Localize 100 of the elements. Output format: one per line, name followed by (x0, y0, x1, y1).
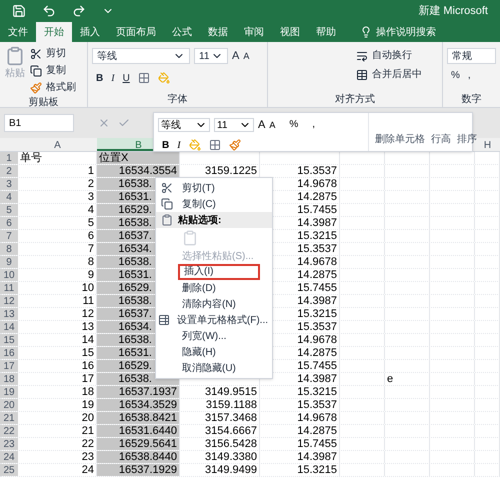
menu-item[interactable]: 列宽(W)... (178, 328, 230, 344)
wrap-text-button[interactable]: 自动换行 (356, 48, 434, 63)
row-number[interactable]: 5 (0, 204, 18, 216)
clipboard-icon (5, 46, 25, 66)
name-box[interactable]: B1 (4, 114, 74, 132)
row-number[interactable]: 6 (0, 217, 18, 229)
ribbon-tab[interactable]: 公式 (164, 22, 200, 42)
brush-icon[interactable] (228, 139, 241, 151)
row-number[interactable]: 2 (0, 165, 18, 177)
table-cell: 16529. (118, 204, 152, 216)
ribbon-tab[interactable]: 帮助 (308, 22, 344, 42)
ribbon-tab[interactable]: 数据 (200, 22, 236, 42)
table-cell: 15.3537 (297, 321, 337, 333)
borders-icon[interactable] (138, 72, 150, 84)
table-cell: 14.2875 (297, 269, 337, 281)
copy-button[interactable]: 复制 (30, 63, 76, 78)
row-number[interactable]: 8 (0, 243, 18, 255)
row-number[interactable]: 24 (0, 451, 18, 463)
merge-center-button[interactable]: 合并后居中 (356, 67, 434, 82)
ribbon-tab[interactable]: 审阅 (236, 22, 272, 42)
row-number[interactable]: 18 (0, 373, 18, 385)
row-number[interactable]: 14 (0, 321, 18, 333)
ribbon-tab[interactable]: 视图 (272, 22, 308, 42)
comma-button[interactable]: , (468, 68, 471, 83)
percent-button[interactable]: % (451, 68, 460, 83)
toolbar-command[interactable]: 删除单元格 (375, 132, 425, 147)
row-number[interactable]: 3 (0, 178, 18, 190)
comma-button[interactable]: , (308, 118, 320, 132)
fill-color-icon[interactable] (158, 72, 170, 84)
row-number[interactable]: 22 (0, 425, 18, 437)
row-number[interactable]: 9 (0, 256, 18, 268)
row-number[interactable]: 20 (0, 399, 18, 411)
toolbar-command[interactable]: 行高 (431, 132, 451, 147)
shrink-font-button[interactable]: A (243, 50, 250, 63)
redo-icon[interactable] (72, 4, 86, 18)
bold-button[interactable]: B (96, 70, 104, 86)
menu-item[interactable]: 清除内容(N) (178, 296, 240, 312)
row-number[interactable]: 12 (0, 295, 18, 307)
table-cell: 3157.3468 (205, 412, 257, 424)
row-number[interactable]: 10 (0, 269, 18, 281)
column-header[interactable]: B (135, 138, 142, 149)
ribbon-tab[interactable]: 文件 (0, 22, 36, 42)
row-number[interactable]: 19 (0, 386, 18, 398)
column-header[interactable]: H (484, 138, 492, 151)
ribbon-tab[interactable]: 开始 (36, 22, 72, 42)
underline-button[interactable]: U (122, 70, 130, 86)
row-number[interactable]: 17 (0, 360, 18, 372)
scissors-icon (30, 48, 42, 60)
tell-me-field[interactable]: 操作说明搜索 (376, 24, 466, 40)
menu-item[interactable]: 删除(D) (178, 280, 220, 296)
row-number[interactable]: 13 (0, 308, 18, 320)
font-name-field[interactable]: 等线 (158, 118, 210, 132)
row-number[interactable]: 1 (0, 152, 18, 164)
table-cell: 1 (88, 165, 94, 177)
table-cell: 单号 (20, 152, 42, 164)
ribbon-tab[interactable]: 插入 (72, 22, 108, 42)
save-icon[interactable] (12, 4, 26, 18)
bold-button[interactable]: B (162, 138, 170, 152)
table-cell: 5 (88, 217, 94, 229)
menu-item[interactable]: 设置单元格格式(F)... (172, 312, 272, 328)
table-cell: 15.3215 (297, 308, 337, 320)
number-format-field[interactable]: 常规 (447, 48, 496, 64)
percent-button[interactable]: % (287, 118, 300, 132)
font-size-field[interactable]: 11 (194, 48, 228, 64)
menu-item[interactable]: 取消隐藏(U) (178, 360, 240, 376)
ribbon-tab[interactable]: 页面布局 (108, 22, 164, 42)
table-cell: 14.2875 (297, 425, 337, 437)
table-cell: 13 (82, 321, 94, 333)
format-painter-button[interactable]: 格式刷 (30, 80, 76, 95)
table-cell: 14 (82, 334, 94, 346)
row-number[interactable]: 23 (0, 438, 18, 450)
undo-icon[interactable] (42, 4, 56, 18)
row-number[interactable]: 16 (0, 347, 18, 359)
row-number[interactable]: 7 (0, 230, 18, 242)
borders-icon[interactable] (208, 139, 221, 151)
table-cell: 16531. (118, 347, 152, 359)
menu-item[interactable]: 复制(C) (178, 196, 220, 212)
table-cell: 12 (82, 308, 94, 320)
row-number[interactable]: 25 (0, 464, 18, 476)
row-number[interactable]: 4 (0, 191, 18, 203)
table-cell: 16538. (118, 256, 152, 268)
row-number[interactable]: 15 (0, 334, 18, 346)
grow-font-button[interactable]: A (232, 48, 240, 64)
row-number[interactable]: 11 (0, 282, 18, 294)
column-header[interactable]: A (54, 138, 61, 151)
menu-item[interactable]: 插入(I) (178, 264, 260, 280)
fill-color-icon[interactable] (188, 139, 201, 151)
table-cell: 14.9678 (297, 334, 337, 346)
font-name-field[interactable]: 等线 (92, 48, 190, 64)
font-size-field[interactable]: 11 (214, 118, 254, 132)
format-cells-icon (158, 314, 170, 326)
italic-button[interactable]: I (177, 138, 181, 152)
italic-button[interactable]: I (111, 70, 115, 86)
shrink-font-button[interactable]: A (269, 118, 276, 132)
menu-item[interactable]: 剪切(T) (178, 180, 219, 196)
grow-font-button[interactable]: A (258, 117, 266, 134)
menu-item[interactable]: 隐藏(H) (178, 344, 220, 360)
toolbar-command[interactable]: 排序 (457, 132, 477, 147)
row-number[interactable]: 21 (0, 412, 18, 424)
cut-button[interactable]: 剪切 (30, 46, 76, 61)
